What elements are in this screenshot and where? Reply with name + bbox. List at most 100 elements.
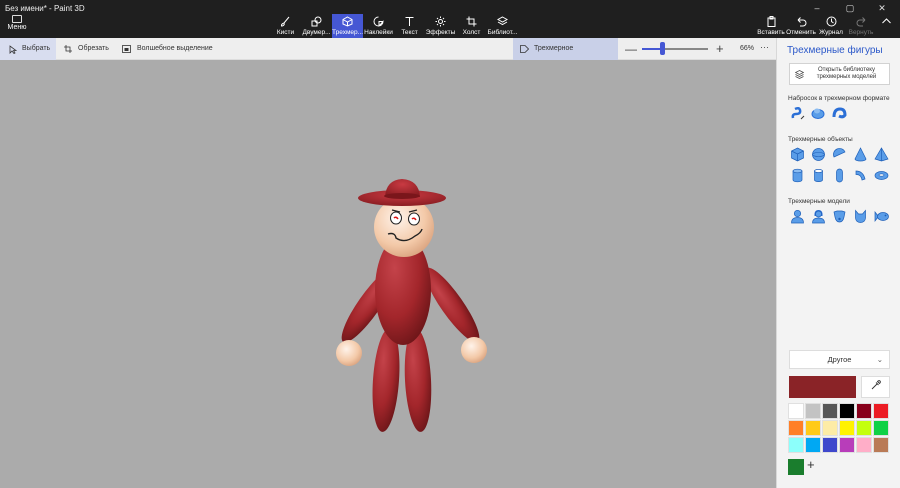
tool-stickers[interactable]: Наклейки bbox=[363, 14, 394, 38]
more-options-button[interactable]: ··· bbox=[760, 42, 769, 52]
chevron-up-icon bbox=[881, 18, 891, 24]
palette-swatch[interactable] bbox=[839, 420, 855, 436]
sketch-tools bbox=[790, 106, 847, 121]
tool-text[interactable]: Текст bbox=[394, 14, 425, 38]
undo-icon bbox=[797, 17, 806, 27]
menu-label: Меню bbox=[7, 24, 27, 31]
main-toolbar: Кисти Двумер... Трехмер... Наклейки Текс… bbox=[270, 14, 518, 38]
cube-icon[interactable] bbox=[790, 147, 805, 162]
tool-3d-shapes[interactable]: Трехмер... bbox=[332, 14, 363, 38]
fish-icon[interactable] bbox=[874, 209, 889, 224]
soft-edge-sketch-icon[interactable] bbox=[811, 106, 826, 121]
canvas-area[interactable] bbox=[0, 60, 776, 488]
text-icon bbox=[405, 17, 414, 26]
capsule-icon[interactable] bbox=[832, 168, 847, 183]
cone-icon[interactable] bbox=[853, 147, 868, 162]
palette-swatch[interactable] bbox=[822, 403, 838, 419]
zoom-in-button[interactable]: + bbox=[716, 41, 724, 56]
3d-objects-row-1 bbox=[790, 147, 889, 162]
palette-swatch[interactable] bbox=[822, 437, 838, 453]
tool-canvas[interactable]: Холст bbox=[456, 14, 487, 38]
dog-icon[interactable] bbox=[832, 209, 847, 224]
maximize-button[interactable]: ▢ bbox=[836, 2, 864, 14]
3d-character-figure[interactable] bbox=[0, 60, 776, 488]
palette-swatch[interactable] bbox=[805, 420, 821, 436]
palette-swatch[interactable] bbox=[788, 403, 804, 419]
sharp-edge-sketch-icon[interactable] bbox=[790, 106, 805, 121]
hemisphere-icon[interactable] bbox=[832, 147, 847, 162]
cylinder-icon[interactable] bbox=[790, 168, 805, 183]
custom-color-swatch[interactable] bbox=[788, 459, 804, 475]
palette-swatch[interactable] bbox=[856, 437, 872, 453]
current-color-swatch[interactable] bbox=[789, 376, 856, 398]
models-section-label: Трехмерные модели bbox=[788, 198, 850, 205]
right-toolbar: Вставить Отменить Журнал Вернуть bbox=[756, 14, 896, 38]
right-panel: Трехмерные фигуры Открыть библиотеку тре… bbox=[776, 38, 900, 488]
3d-shapes-icon bbox=[342, 16, 353, 27]
crop-icon bbox=[64, 45, 72, 53]
woman-icon[interactable] bbox=[811, 209, 826, 224]
zoom-slider-fill bbox=[642, 48, 662, 50]
paste-icon bbox=[767, 16, 775, 27]
hat bbox=[358, 179, 446, 206]
torus-segment-icon[interactable] bbox=[853, 168, 868, 183]
3d-models-row bbox=[790, 209, 889, 224]
sphere-icon[interactable] bbox=[811, 147, 826, 162]
3d-view-button[interactable]: Трехмерное представление bbox=[513, 38, 618, 74]
paste-button[interactable]: Вставить bbox=[756, 14, 786, 38]
cat-icon[interactable] bbox=[853, 209, 868, 224]
palette-swatch[interactable] bbox=[788, 437, 804, 453]
collapse-ribbon-button[interactable] bbox=[876, 14, 896, 38]
history-icon bbox=[826, 16, 836, 27]
crop-button[interactable]: Обрезать bbox=[64, 38, 109, 60]
close-button[interactable]: ✕ bbox=[868, 2, 896, 14]
objects-section-label: Трехмерные объекты bbox=[788, 136, 853, 143]
zoom-out-button[interactable]: — bbox=[625, 42, 637, 56]
add-color-button[interactable]: + bbox=[807, 457, 815, 472]
pyramid-icon[interactable] bbox=[874, 147, 889, 162]
history-button[interactable]: Журнал bbox=[816, 14, 846, 38]
select-button[interactable]: Выбрать bbox=[0, 38, 56, 60]
palette-swatch[interactable] bbox=[839, 403, 855, 419]
eyedropper-button[interactable] bbox=[861, 376, 890, 398]
tool-effects[interactable]: Эффекты bbox=[425, 14, 456, 38]
library-icon bbox=[497, 16, 508, 26]
head bbox=[374, 197, 434, 257]
effects-icon bbox=[435, 16, 446, 27]
man-icon[interactable] bbox=[790, 209, 805, 224]
stickers-icon bbox=[373, 16, 384, 27]
palette-swatch[interactable] bbox=[873, 403, 889, 419]
canvas-icon bbox=[466, 16, 477, 27]
tool-library[interactable]: Библиот... bbox=[487, 14, 518, 38]
color-palette bbox=[788, 403, 891, 453]
library-icon bbox=[795, 70, 804, 79]
palette-swatch[interactable] bbox=[856, 403, 872, 419]
2d-shapes-icon bbox=[311, 16, 322, 27]
tool-2d-shapes[interactable]: Двумер... bbox=[301, 14, 332, 38]
chevron-down-icon: ⌄ bbox=[876, 355, 883, 364]
palette-swatch[interactable] bbox=[873, 437, 889, 453]
donut-icon[interactable] bbox=[874, 168, 889, 183]
undo-button[interactable]: Отменить bbox=[786, 14, 816, 38]
3d-view-icon bbox=[520, 45, 529, 53]
menu-button[interactable]: Меню bbox=[4, 15, 30, 35]
palette-swatch[interactable] bbox=[805, 403, 821, 419]
redo-icon bbox=[856, 17, 865, 27]
open-3d-library-button[interactable]: Открыть библиотеку трехмерных моделей bbox=[789, 63, 890, 85]
palette-swatch[interactable] bbox=[856, 420, 872, 436]
panel-title: Трехмерные фигуры bbox=[787, 45, 883, 56]
palette-swatch[interactable] bbox=[788, 420, 804, 436]
palette-swatch[interactable] bbox=[873, 420, 889, 436]
palette-swatch[interactable] bbox=[839, 437, 855, 453]
material-dropdown[interactable]: Другое ⌄ bbox=[789, 350, 890, 369]
palette-swatch[interactable] bbox=[822, 420, 838, 436]
redo-button[interactable]: Вернуть bbox=[846, 14, 876, 38]
tube-sketch-icon[interactable] bbox=[832, 106, 847, 121]
magic-select-button[interactable]: Волшебное выделение bbox=[122, 38, 213, 60]
zoom-slider-thumb[interactable] bbox=[660, 42, 665, 55]
minimize-button[interactable]: – bbox=[803, 2, 831, 14]
palette-swatch[interactable] bbox=[805, 437, 821, 453]
tube-icon[interactable] bbox=[811, 168, 826, 183]
eyedropper-icon bbox=[871, 380, 881, 390]
tool-brushes[interactable]: Кисти bbox=[270, 14, 301, 38]
